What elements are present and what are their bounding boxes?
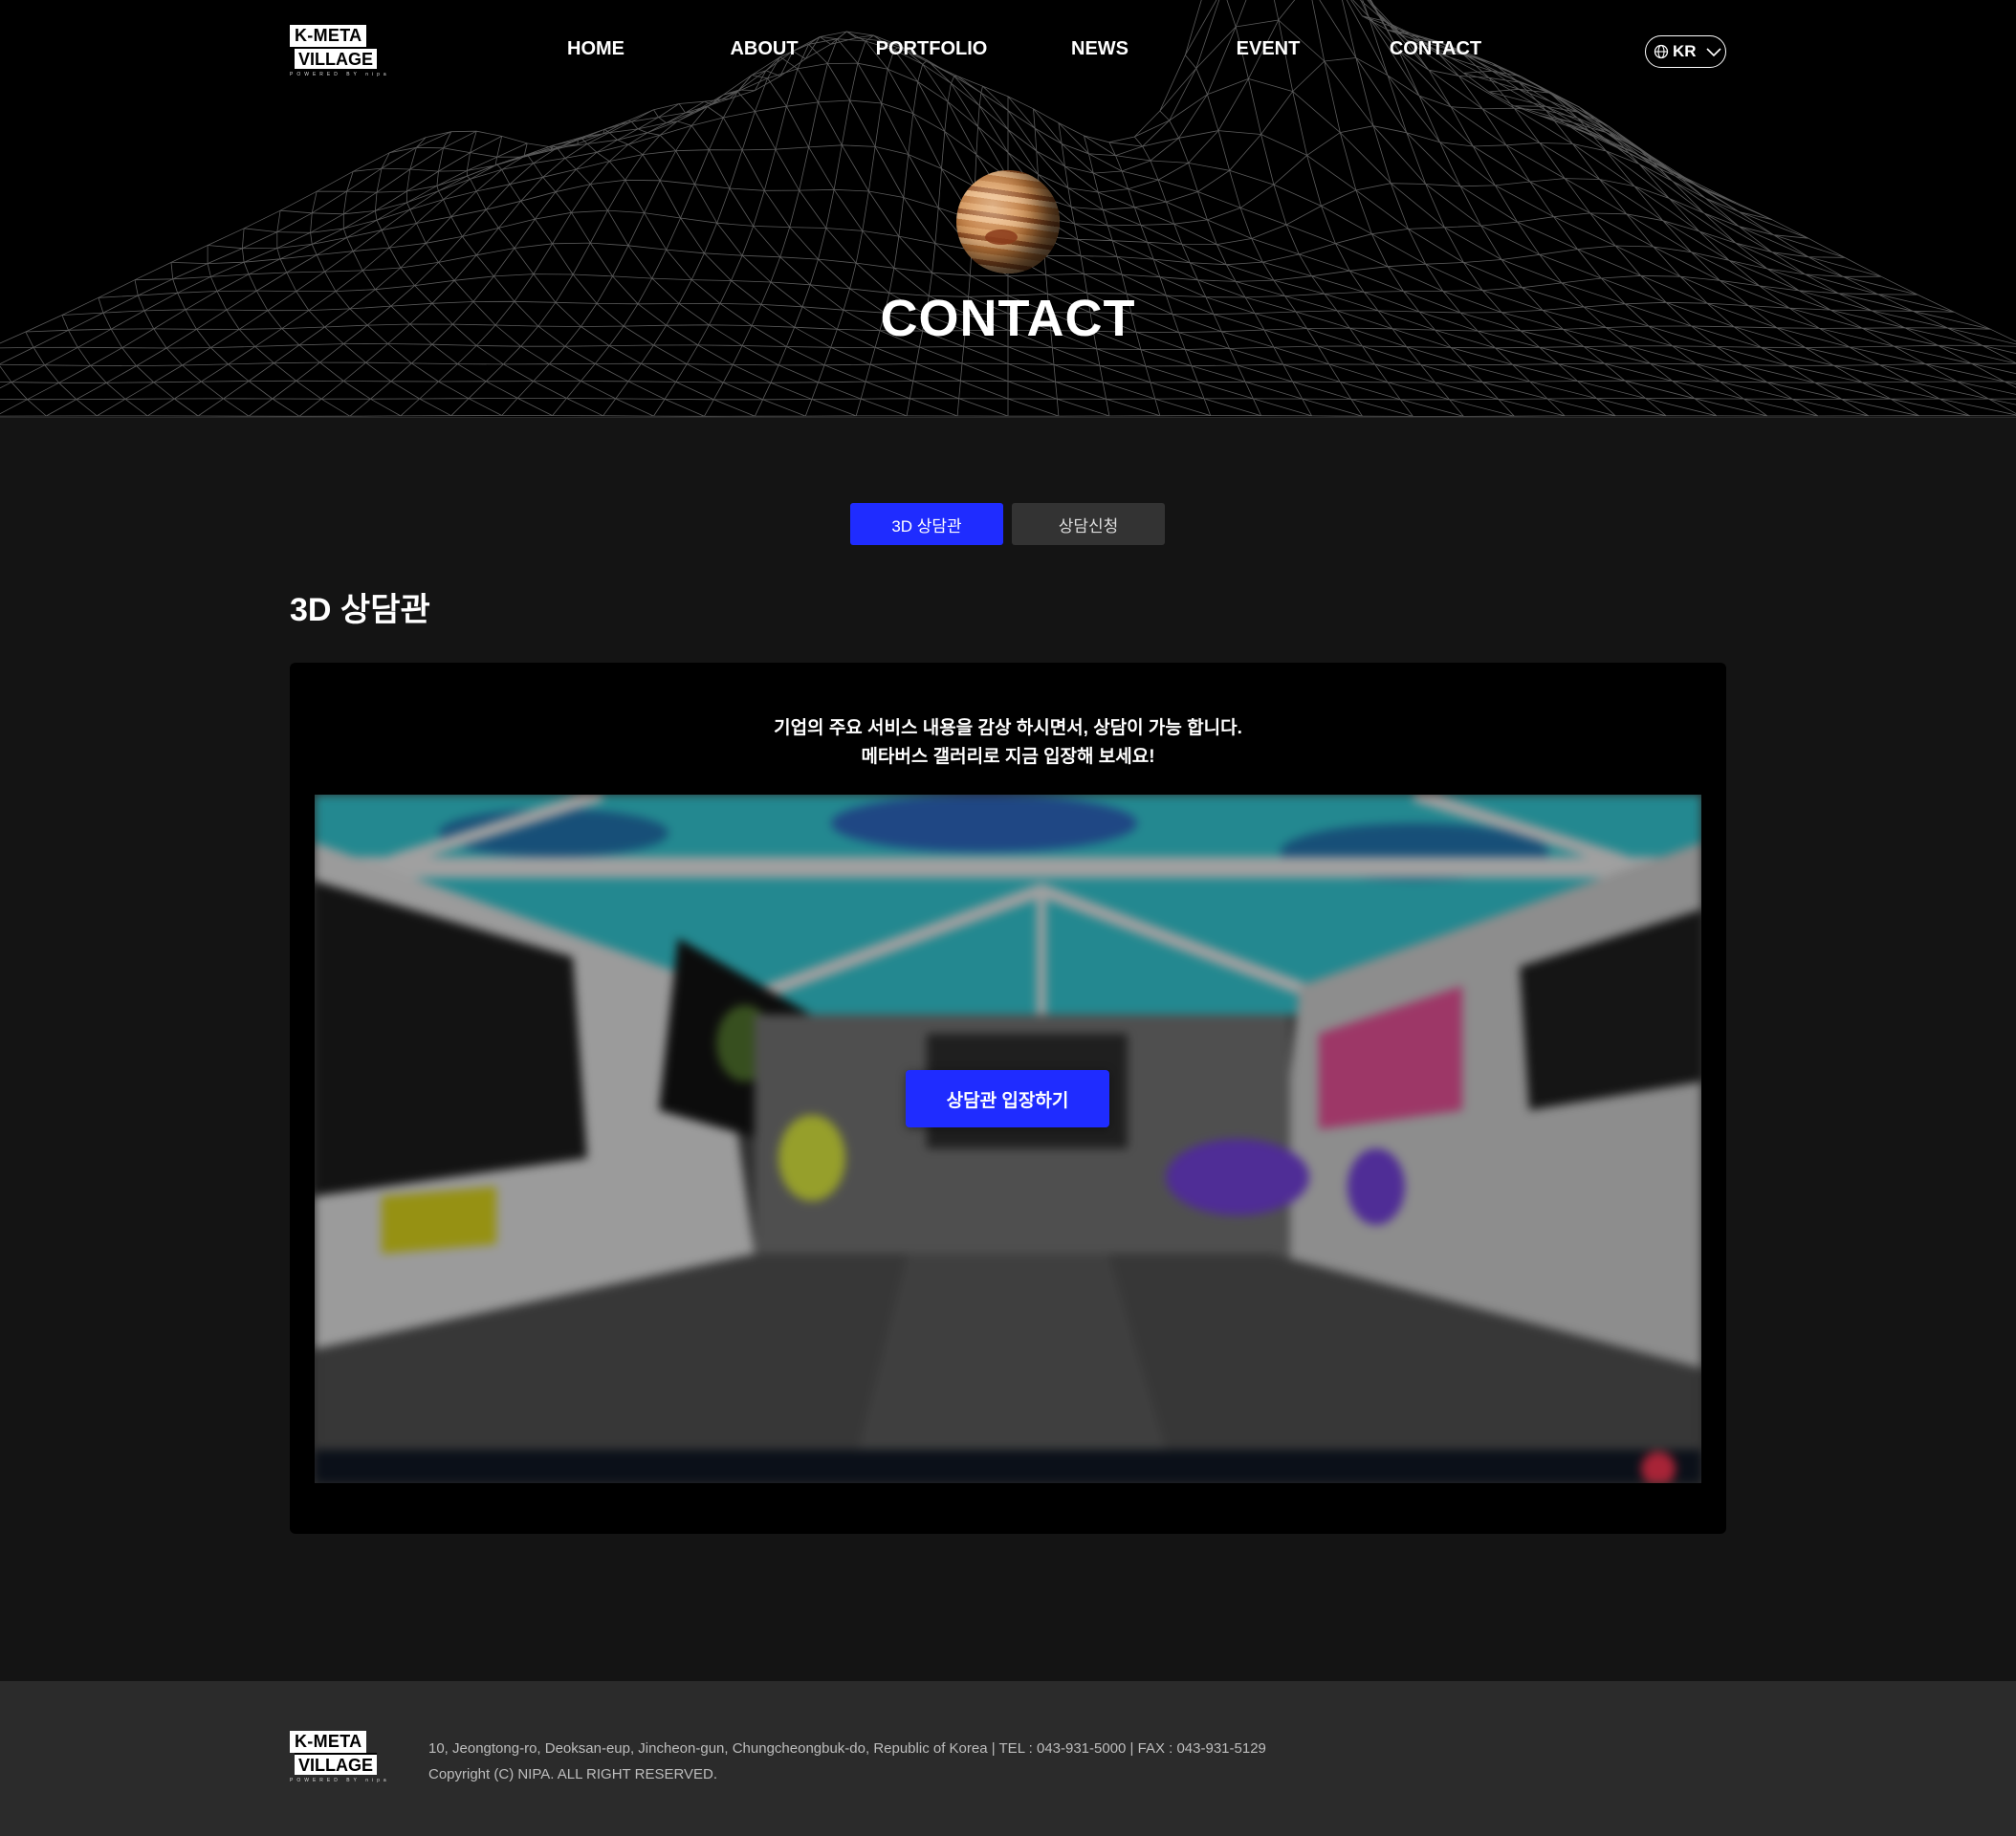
tab-consult-request[interactable]: 상담신청 [1012,503,1165,545]
section-title: 3D 상담관 [290,592,430,628]
logo-tagline: POWERED BY nipa [290,72,390,77]
nav-home[interactable]: HOME [567,38,625,60]
nav-about[interactable]: ABOUT [730,38,798,60]
footer-address: 10, Jeongtong-ro, Deoksan-eup, Jincheon-… [428,1740,1266,1757]
footer-logo-line1: K-META [290,1731,367,1753]
nav-portfolio[interactable]: PORTFOLIO [876,38,988,60]
site-footer: K-META VILLAGE POWERED BY nipa 10, Jeong… [0,1681,2016,1836]
site-header: K-META VILLAGE POWERED BY nipa HOME ABOU… [0,0,2016,105]
nav-event[interactable]: EVENT [1237,38,1301,60]
page-title: CONTACT [880,290,1136,347]
contact-tabs: 3D 상담관 상담신청 [850,503,1165,545]
description-line1: 기업의 주요 서비스 내용을 감상 하시면서, 상담이 가능 합니다. [774,718,1242,738]
footer-info: 10, Jeongtong-ro, Deoksan-eup, Jincheon-… [428,1736,1266,1787]
footer-logo-line2: VILLAGE [295,1753,378,1775]
panel-description: 기업의 주요 서비스 내용을 감상 하시면서, 상담이 가능 합니다. 메타버스… [290,714,1726,772]
enter-consult-button[interactable]: 상담관 입장하기 [906,1070,1109,1127]
language-label: KR [1673,42,1697,60]
footer-logo[interactable]: K-META VILLAGE POWERED BY nipa [290,1731,389,1786]
nav-news[interactable]: NEWS [1071,38,1129,60]
footer-copyright: Copyright (C) NIPA. ALL RIGHT RESERVED. [428,1766,718,1782]
logo-line2: VILLAGE [295,47,378,69]
consult-panel: 기업의 주요 서비스 내용을 감상 하시면서, 상담이 가능 합니다. 메타버스… [290,663,1726,1534]
site-logo[interactable]: K-META VILLAGE POWERED BY nipa [290,25,389,80]
logo-line1: K-META [290,25,367,47]
description-line2: 메타버스 갤러리로 지금 입장해 보세요! [861,747,1155,767]
footer-logo-tagline: POWERED BY nipa [290,1778,390,1783]
tab-3d-consult[interactable]: 3D 상담관 [850,503,1003,545]
nav-contact[interactable]: CONTACT [1390,38,1481,60]
language-selector[interactable]: KR [1645,35,1726,68]
globe-icon [1654,44,1669,59]
gallery-preview[interactable]: 상담관 입장하기 [315,795,1701,1483]
planet-image [956,170,1060,273]
chevron-down-icon [1705,48,1721,57]
